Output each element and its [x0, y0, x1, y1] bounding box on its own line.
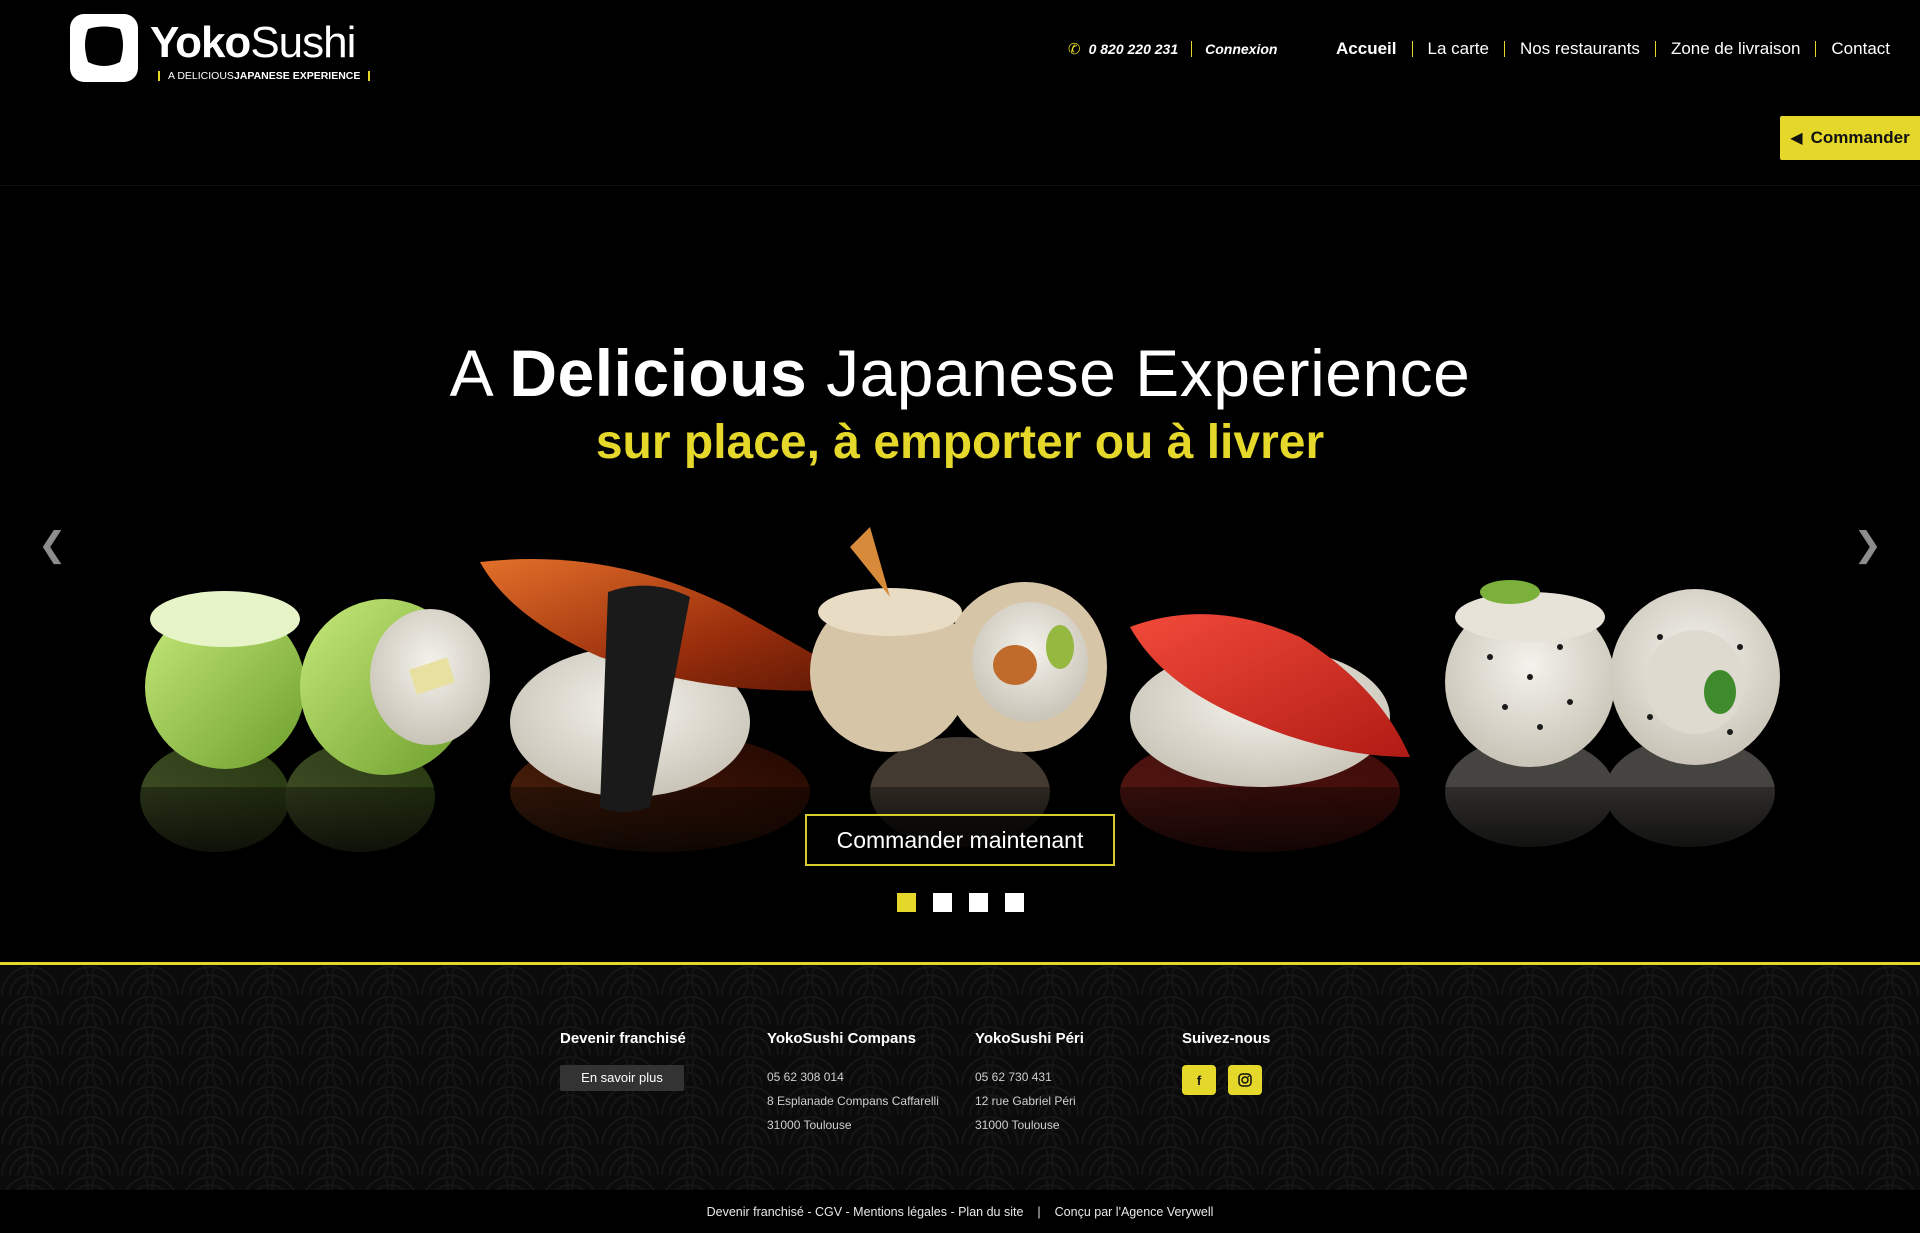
footer-address: 8 Esplanade Compans Caffarelli — [767, 1094, 939, 1108]
order-button-label: Commander — [1810, 128, 1910, 147]
phone-icon: ✆ — [1068, 41, 1081, 58]
footer-heading: Devenir franchisé — [560, 1030, 686, 1047]
footer-phone[interactable]: 05 62 308 014 — [767, 1065, 939, 1089]
facebook-icon[interactable]: f — [1182, 1065, 1216, 1095]
footer-franchise: Devenir franchisé En savoir plus — [560, 1030, 686, 1091]
footer-heading: YokoSushi Péri — [975, 1030, 1084, 1047]
footer-compans: YokoSushi Compans 05 62 308 014 8 Esplan… — [767, 1030, 939, 1137]
top-contact-bar: ✆ 0 820 220 231 Connexion — [1068, 38, 1277, 60]
site-footer: Devenir franchisé En savoir plus YokoSus… — [0, 962, 1920, 1190]
divider — [1654, 41, 1656, 57]
nav-item-contact[interactable]: Contact — [1831, 39, 1890, 59]
divider: | — [1037, 1204, 1041, 1219]
login-link[interactable]: Connexion — [1205, 41, 1277, 57]
credit-link[interactable]: Conçu par l'Agence Verywell — [1055, 1205, 1214, 1219]
arrow-left-icon: ◀ — [1790, 130, 1803, 147]
legal-links[interactable]: Devenir franchisé - CGV - Mentions légal… — [707, 1205, 1024, 1219]
learn-more-button[interactable]: En savoir plus — [560, 1065, 684, 1091]
nav-item-zone-de-livraison[interactable]: Zone de livraison — [1671, 39, 1800, 59]
hero-title: A Delicious Japanese Experience — [449, 336, 1471, 410]
nav-item-accueil[interactable]: Accueil — [1336, 39, 1396, 59]
divider — [1191, 41, 1193, 57]
phone-number: 0 820 220 231 — [1088, 41, 1179, 57]
footer-phone[interactable]: 05 62 730 431 — [975, 1065, 1084, 1089]
hero-carousel: A Delicious Japanese Experience sur plac… — [0, 187, 1920, 962]
carousel-indicators — [897, 893, 1041, 912]
order-button[interactable]: ◀ Commander — [1780, 116, 1920, 160]
carousel-dot-2[interactable] — [933, 893, 952, 912]
main-nav: Accueil La carte Nos restaurants Zone de… — [1336, 38, 1890, 60]
carousel-dot-1[interactable] — [897, 893, 916, 912]
instagram-icon[interactable] — [1228, 1065, 1262, 1095]
footer-city: 31000 Toulouse — [975, 1118, 1060, 1132]
legal-bar: Devenir franchisé - CGV - Mentions légal… — [0, 1190, 1920, 1233]
divider — [1411, 41, 1413, 57]
order-now-button[interactable]: Commander maintenant — [805, 814, 1115, 866]
carousel-dot-4[interactable] — [1005, 893, 1024, 912]
divider — [1503, 41, 1505, 57]
footer-city: 31000 Toulouse — [767, 1118, 852, 1132]
chevron-right-icon[interactable]: ❯ — [1854, 525, 1883, 565]
hero-subtitle: sur place, à emporter ou à livrer — [595, 416, 1325, 469]
nav-item-nos-restaurants[interactable]: Nos restaurants — [1520, 39, 1640, 59]
phone-link[interactable]: ✆ 0 820 220 231 — [1068, 40, 1178, 58]
brand-logo[interactable]: YokoSushi A DELICIOUS JAPANESE EXPERIENC… — [70, 14, 371, 86]
footer-peri: YokoSushi Péri 05 62 730 431 12 rue Gabr… — [975, 1030, 1084, 1137]
wave-pattern — [0, 965, 1920, 1190]
footer-heading: Suivez-nous — [1182, 1030, 1271, 1047]
brand-tagline: A DELICIOUS JAPANESE EXPERIENCE — [150, 70, 378, 82]
nav-item-la-carte[interactable]: La carte — [1428, 39, 1489, 59]
divider — [1815, 41, 1817, 57]
site-header: YokoSushi A DELICIOUS JAPANESE EXPERIENC… — [0, 0, 1920, 186]
brand-name: YokoSushi — [150, 18, 356, 67]
logo-mark-icon — [70, 14, 138, 82]
footer-heading: YokoSushi Compans — [767, 1030, 916, 1047]
chevron-left-icon[interactable]: ❮ — [38, 525, 67, 565]
footer-social: Suivez-nous f — [1182, 1030, 1270, 1095]
footer-address: 12 rue Gabriel Péri — [975, 1094, 1076, 1108]
carousel-dot-3[interactable] — [969, 893, 988, 912]
